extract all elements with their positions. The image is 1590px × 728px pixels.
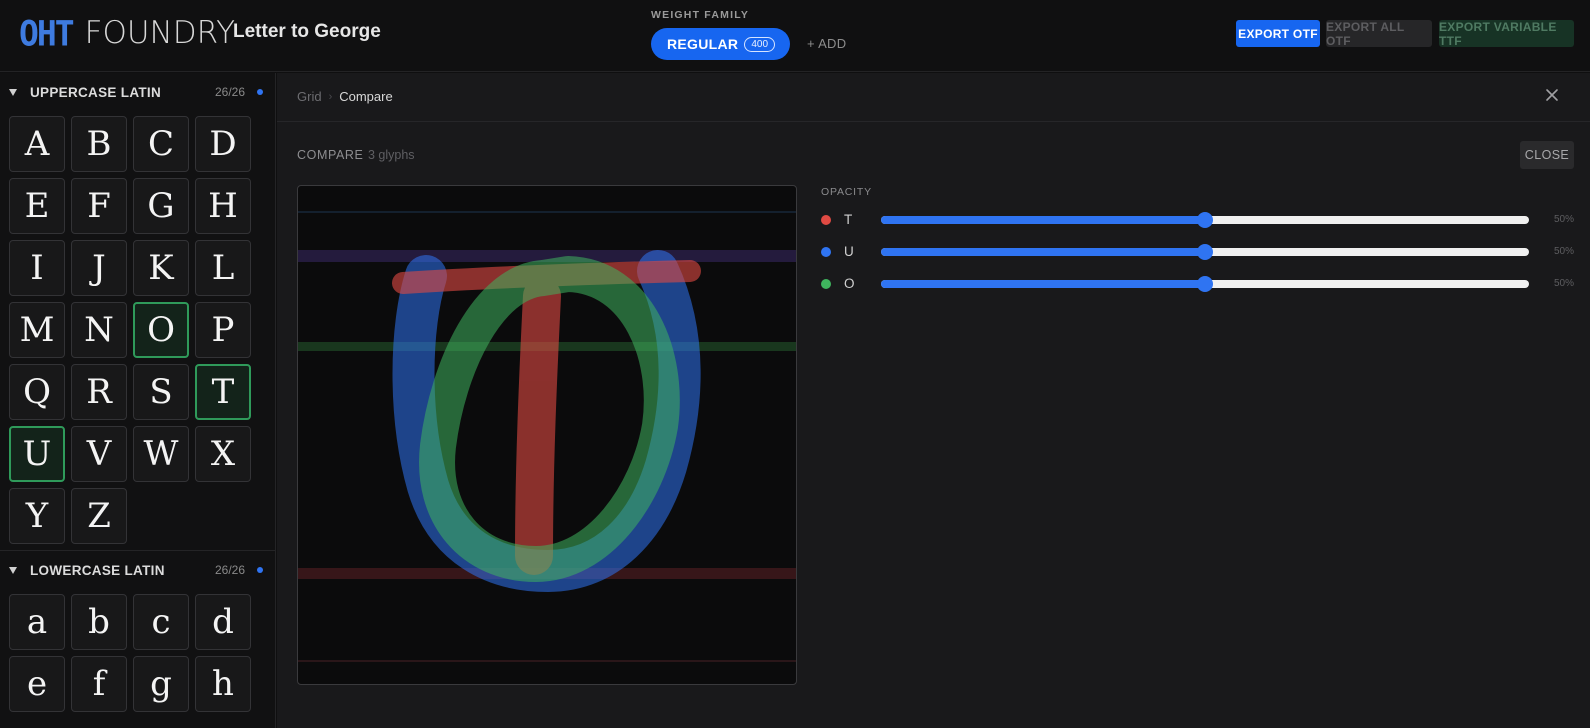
glyph-tile-lower-a[interactable]: a — [9, 594, 65, 650]
glyph-tile-R[interactable]: R — [71, 364, 127, 420]
status-dot-icon — [257, 89, 263, 95]
breadcrumb: Grid › Compare — [297, 89, 393, 104]
breadcrumb-grid-link[interactable]: Grid — [297, 89, 322, 104]
export-variable-ttf-button[interactable]: EXPORT VARIABLE TTF — [1439, 20, 1574, 48]
logo-oht: OHT — [19, 12, 75, 54]
glyph-tile-P[interactable]: P — [195, 302, 251, 358]
breadcrumb-current: Compare — [339, 89, 393, 104]
section-title: UPPERCASE LATIN — [30, 84, 162, 100]
glyph-tile-A[interactable]: A — [9, 116, 65, 172]
section-header-lowercase[interactable]: LOWERCASE LATIN 26/26 — [0, 551, 275, 589]
opacity-slider-thumb[interactable] — [1197, 212, 1213, 228]
opacity-slider-thumb[interactable] — [1197, 244, 1213, 260]
header-divider — [277, 121, 1590, 122]
layer-color-dot-icon — [821, 279, 831, 289]
opacity-slider-fill — [881, 248, 1205, 256]
opacity-row-o: O 50% — [821, 274, 1581, 294]
opacity-value: 50% — [1554, 278, 1575, 289]
opacity-slider-fill — [881, 216, 1205, 224]
glyph-tile-X[interactable]: X — [195, 426, 251, 482]
glyph-tile-H[interactable]: H — [195, 178, 251, 234]
section-header-uppercase[interactable]: UPPERCASE LATIN 26/26 — [0, 73, 275, 111]
compare-title: COMPARE — [297, 148, 364, 162]
opacity-row-u: U 50% — [821, 242, 1581, 262]
weight-regular-button[interactable]: REGULAR 400 — [651, 28, 790, 60]
glyph-tile-I[interactable]: I — [9, 240, 65, 296]
glyph-tile-Z[interactable]: Z — [71, 488, 127, 544]
glyph-tile-lower-d[interactable]: d — [195, 594, 251, 650]
export-all-otf-button[interactable]: EXPORT ALL OTF — [1326, 20, 1432, 48]
glyph-tile-lower-e[interactable]: e — [9, 656, 65, 712]
glyph-tile-D[interactable]: D — [195, 116, 251, 172]
glyph-tile-G[interactable]: G — [133, 178, 189, 234]
compare-panel: Grid › Compare COMPARE 3 glyphs CLOSE OP… — [277, 73, 1590, 728]
glyph-tile-U[interactable]: U — [9, 426, 65, 482]
glyph-tile-Y[interactable]: Y — [9, 488, 65, 544]
layer-letter: T — [844, 212, 853, 227]
glyph-tile-J[interactable]: J — [71, 240, 127, 296]
glyph-tile-K[interactable]: K — [133, 240, 189, 296]
opacity-value: 50% — [1554, 214, 1575, 225]
glyph-tile-L[interactable]: L — [195, 240, 251, 296]
breadcrumb-separator-icon: › — [328, 90, 333, 103]
glyph-tile-lower-c[interactable]: c — [133, 594, 189, 650]
glyph-tile-C[interactable]: C — [133, 116, 189, 172]
opacity-slider-thumb[interactable] — [1197, 276, 1213, 292]
close-compare-button[interactable]: CLOSE — [1520, 141, 1574, 169]
weight-value-badge: 400 — [744, 36, 776, 52]
glyph-sidebar: UPPERCASE LATIN 26/26 ABCD EFGH IJKL MNOP QR… — [0, 73, 276, 728]
opacity-slider-fill — [881, 280, 1205, 288]
status-dot-icon — [257, 567, 263, 573]
opacity-row-t: T 50% — [821, 210, 1581, 230]
collapse-triangle-icon[interactable] — [9, 566, 17, 574]
opacity-label: OPACITY — [821, 186, 872, 198]
add-weight-button[interactable]: + ADD — [807, 36, 846, 51]
glyph-tile-F[interactable]: F — [71, 178, 127, 234]
glyph-tile-E[interactable]: E — [9, 178, 65, 234]
weight-family-label: WEIGHT FAMILY — [651, 9, 750, 21]
layer-letter: O — [844, 276, 855, 291]
glyph-tile-S[interactable]: S — [133, 364, 189, 420]
layer-color-dot-icon — [821, 215, 831, 225]
glyph-tile-lower-h[interactable]: h — [195, 656, 251, 712]
glyph-tile-N[interactable]: N — [71, 302, 127, 358]
top-bar: OHT FOUNDRY Letter to George WEIGHT FAMI… — [0, 0, 1590, 72]
glyph-tile-lower-g[interactable]: g — [133, 656, 189, 712]
glyph-tile-lower-f[interactable]: f — [71, 656, 127, 712]
export-otf-button[interactable]: EXPORT OTF — [1236, 20, 1320, 47]
glyph-tile-T[interactable]: T — [195, 364, 251, 420]
layer-letter: U — [844, 244, 854, 259]
glyph-overlay-svg — [298, 211, 796, 662]
collapse-triangle-icon[interactable] — [9, 88, 17, 96]
layer-color-dot-icon — [821, 247, 831, 257]
compare-canvas[interactable] — [297, 185, 797, 685]
glyph-tile-B[interactable]: B — [71, 116, 127, 172]
document-title[interactable]: Letter to George — [233, 21, 381, 43]
glyph-tile-W[interactable]: W — [133, 426, 189, 482]
weight-name: REGULAR — [667, 36, 739, 52]
section-count: 26/26 — [214, 563, 245, 577]
section-title: LOWERCASE LATIN — [30, 562, 165, 578]
section-count: 26/26 — [214, 85, 245, 99]
glyph-tile-M[interactable]: M — [9, 302, 65, 358]
logo: OHT FOUNDRY — [19, 12, 236, 54]
close-icon[interactable] — [1544, 87, 1560, 103]
compare-glyph-count: 3 glyphs — [368, 148, 415, 162]
glyph-tile-Q[interactable]: Q — [9, 364, 65, 420]
glyph-tile-lower-b[interactable]: b — [71, 594, 127, 650]
glyph-tile-O[interactable]: O — [133, 302, 189, 358]
glyph-tile-V[interactable]: V — [71, 426, 127, 482]
opacity-value: 50% — [1554, 246, 1575, 257]
logo-foundry: FOUNDRY — [84, 15, 236, 51]
